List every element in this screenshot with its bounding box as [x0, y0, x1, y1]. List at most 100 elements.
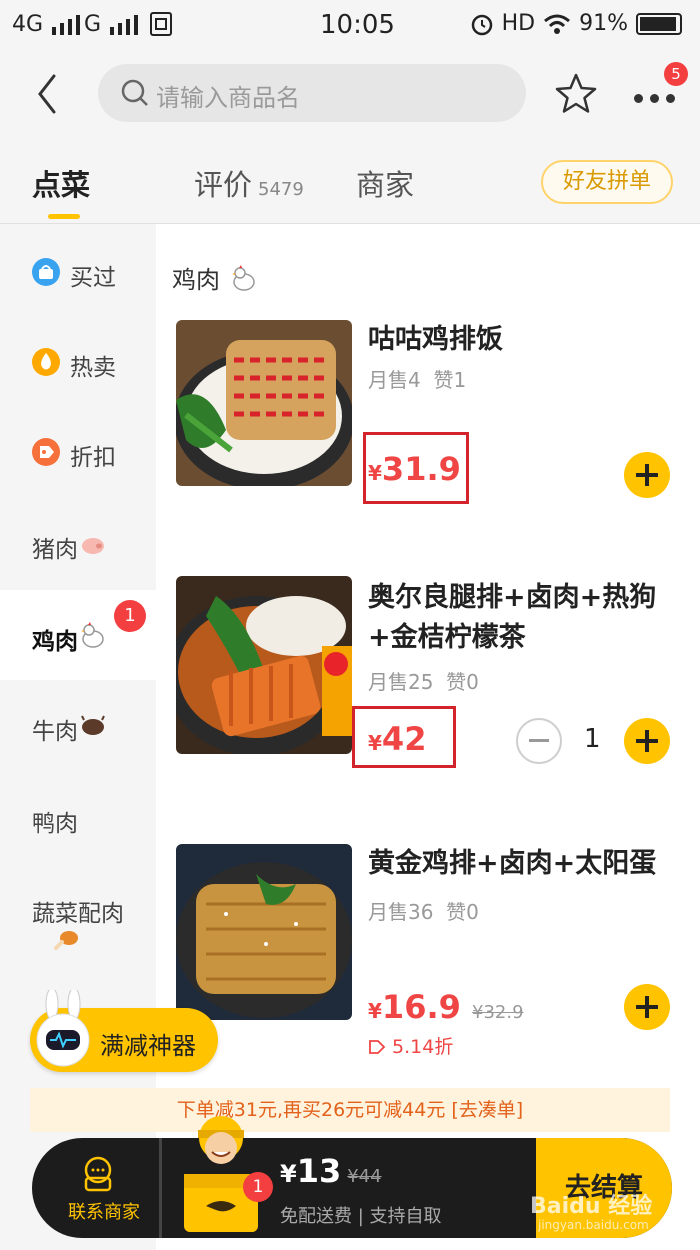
- watermark-logo: Baidu 经验: [530, 1194, 653, 1219]
- favorite-button[interactable]: [552, 70, 600, 118]
- back-button[interactable]: [28, 70, 68, 118]
- watermark-url: jingyan.baidu.com: [538, 1218, 649, 1232]
- drumstick-emoji-icon: [54, 931, 78, 950]
- sidebar-item-beef[interactable]: 牛肉: [0, 680, 156, 770]
- price-highlight-box: [363, 432, 469, 504]
- discount-tag-icon: [369, 1040, 386, 1054]
- sidebar-item-label: 猪肉: [32, 537, 78, 563]
- tab-reviews-label: 评价: [194, 168, 253, 202]
- discount-value: 5.14折: [392, 1036, 454, 1058]
- product-item[interactable]: 奥尔良腿排+卤肉+热狗+金桔柠檬茶 月售25 赞0 ¥42 1: [156, 576, 700, 768]
- category-title: 鸡肉: [172, 266, 220, 294]
- pig-emoji-icon: [82, 538, 104, 554]
- battery-percent: 91%: [579, 11, 628, 36]
- cart-count-badge: 1: [243, 1172, 273, 1202]
- review-count: 5479: [258, 179, 304, 200]
- sidebar-item-label: 折扣: [70, 445, 116, 471]
- product-name: 奥尔良腿排+卤肉+热狗+金桔柠檬茶: [368, 582, 657, 653]
- group-order-button[interactable]: 好友拼单: [541, 160, 673, 204]
- product-item[interactable]: 黄金鸡排+卤肉+太阳蛋 月售36 赞0 ¥16.9 ¥32.9 5.14折: [156, 844, 700, 1058]
- sidebar-item-label: 牛肉: [32, 719, 78, 745]
- battery-icon: [636, 12, 682, 35]
- product-name: 咕咕鸡排饭: [368, 324, 503, 355]
- flame-icon: [32, 348, 60, 376]
- wifi-icon: [544, 14, 571, 34]
- product-monthly-sales: 月售25: [368, 670, 434, 694]
- tab-merchant-label: 商家: [356, 168, 415, 202]
- add-to-cart-button[interactable]: [624, 984, 670, 1030]
- sidebar-item-pork[interactable]: 猪肉: [0, 498, 156, 588]
- sidebar-item-veg-meat[interactable]: 蔬菜配肉: [0, 862, 156, 972]
- price-value: 16.9: [381, 988, 461, 1026]
- alarm-icon: [471, 14, 492, 35]
- sidebar-item-discount[interactable]: 折扣: [0, 406, 156, 496]
- sidebar-item-badge: 1: [114, 600, 146, 632]
- signal-4g-label: 4G: [12, 12, 44, 37]
- decrease-quantity-button[interactable]: [516, 718, 562, 764]
- product-sales: 月售36 赞0: [368, 896, 479, 925]
- more-dot-icon: [634, 94, 643, 103]
- add-to-cart-button[interactable]: [624, 452, 670, 498]
- promo-tool-label: 满减神器: [100, 1032, 196, 1060]
- tab-merchant[interactable]: 商家: [356, 162, 414, 204]
- signal-bars-icon: [52, 15, 81, 35]
- cart-delivery-info: 免配送费 | 支持自取: [280, 1206, 442, 1227]
- sim-card-icon: [150, 12, 172, 36]
- back-arrow-icon: [38, 74, 56, 114]
- sidebar-item-label: 买过: [70, 265, 116, 291]
- signal-g: G: [84, 12, 142, 37]
- tab-order-label: 点菜: [32, 168, 91, 202]
- product-monthly-sales: 月售4: [368, 368, 421, 392]
- sidebar-item-label: 蔬菜配肉: [32, 901, 124, 927]
- header: 请输入商品名 5: [0, 48, 700, 144]
- tab-active-indicator: [48, 214, 80, 219]
- search-placeholder: 请输入商品名: [156, 84, 300, 112]
- add-to-cart-button[interactable]: [624, 718, 670, 764]
- product-image: [176, 320, 352, 486]
- product-likes: 赞1: [433, 368, 467, 392]
- sidebar-item-chicken[interactable]: 鸡肉 1: [0, 590, 156, 680]
- product-image: [176, 576, 352, 754]
- cow-emoji-icon: [81, 715, 105, 735]
- signal-g-label: G: [84, 12, 102, 37]
- network-type: HD: [501, 11, 536, 36]
- search-icon: [121, 79, 148, 106]
- sidebar-item-duck[interactable]: 鸭肉: [0, 772, 156, 862]
- discount-label: 5.14折: [368, 1032, 453, 1059]
- sidebar-item-label: 热卖: [70, 355, 116, 381]
- cart-total-value: 13: [296, 1152, 342, 1190]
- item-quantity: 1: [584, 724, 601, 754]
- price-highlight-box: [352, 706, 456, 768]
- signal-4g: 4G: [12, 12, 84, 37]
- golden-chicken-image: [176, 844, 352, 1020]
- sidebar-item-bought[interactable]: 买过: [0, 226, 156, 316]
- product-monthly-sales: 月售36: [368, 900, 434, 924]
- sidebar-item-label: 鸡肉: [32, 629, 78, 655]
- contact-merchant-label: 联系商家: [68, 1202, 140, 1223]
- contact-merchant-button[interactable]: 联系商家: [32, 1138, 162, 1238]
- more-dot-icon: [666, 94, 675, 103]
- more-dot-icon: [650, 94, 659, 103]
- chicken-emoji-icon: [81, 622, 104, 648]
- promo-banner[interactable]: 下单减31元,再买26元可减44元 [去凑单]: [30, 1088, 670, 1132]
- search-bar[interactable]: 请输入商品名: [98, 64, 526, 122]
- chicken-rice-image: [176, 320, 352, 486]
- sidebar-item-label: 鸭肉: [32, 811, 78, 837]
- tab-reviews[interactable]: 评价 5479: [194, 162, 304, 204]
- cart-original-total: ¥44: [347, 1166, 382, 1187]
- tab-order[interactable]: 点菜: [32, 162, 90, 204]
- signal-bars-icon: [110, 15, 139, 35]
- product-item[interactable]: 咕咕鸡排饭 月售4 赞1 ¥31.9: [156, 320, 700, 504]
- discount-tag-icon: [32, 438, 60, 466]
- cart-total: ¥13 ¥44: [280, 1152, 382, 1190]
- product-likes: 赞0: [446, 900, 479, 924]
- orleans-chicken-image: [176, 576, 352, 754]
- cart-currency: ¥: [280, 1160, 297, 1188]
- product-name: 黄金鸡排+卤肉+太阳蛋: [368, 848, 657, 879]
- status-right: HD 91%: [470, 11, 682, 36]
- promo-tool-button[interactable]: 满减神器: [30, 990, 218, 1072]
- product-likes: 赞0: [446, 670, 479, 694]
- rabbit-mascot-icon: [36, 990, 90, 1067]
- sidebar-item-hot[interactable]: 热卖: [0, 316, 156, 406]
- price-currency: ¥: [368, 999, 382, 1023]
